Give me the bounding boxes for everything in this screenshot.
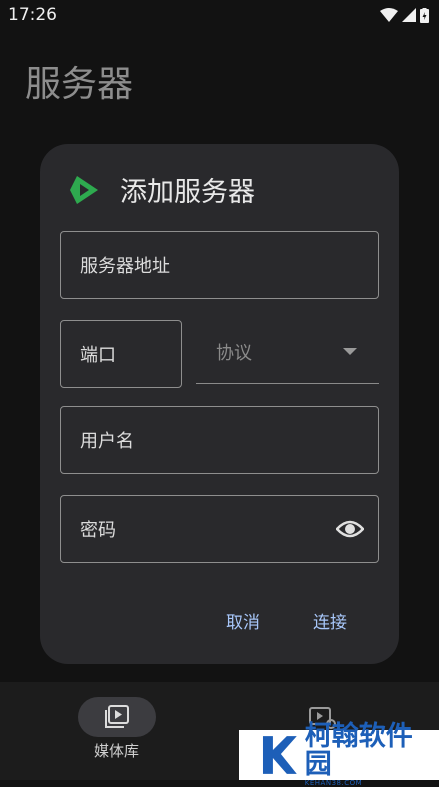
status-time: 17:26 bbox=[8, 5, 57, 25]
visibility-toggle-icon[interactable] bbox=[336, 517, 364, 541]
status-bar: 17:26 bbox=[0, 0, 439, 30]
port-field[interactable]: 端口 bbox=[60, 320, 182, 388]
username-label: 用户名 bbox=[80, 431, 134, 452]
watermark-logo-icon bbox=[262, 736, 297, 774]
protocol-label: 协议 bbox=[216, 342, 252, 364]
password-label: 密码 bbox=[80, 520, 116, 541]
video-library-icon bbox=[105, 705, 129, 728]
watermark-subtext: KEHAN38.COM bbox=[304, 779, 363, 787]
connect-button[interactable]: 连接 bbox=[313, 608, 347, 633]
signal-icon bbox=[402, 8, 416, 22]
username-field[interactable]: 用户名 bbox=[60, 406, 379, 474]
server-address-field[interactable]: 服务器地址 bbox=[60, 231, 379, 299]
page-title: 服务器 bbox=[25, 64, 134, 105]
protocol-dropdown[interactable]: 协议 bbox=[196, 320, 379, 384]
nav-item-media-library[interactable] bbox=[78, 697, 156, 737]
server-address-label: 服务器地址 bbox=[80, 256, 170, 277]
watermark: 柯翰软件园 KEHAN38.COM bbox=[239, 723, 439, 787]
watermark-text: 柯翰软件园 bbox=[304, 721, 413, 780]
dialog-title: 添加服务器 bbox=[120, 177, 255, 208]
app-logo-icon bbox=[70, 175, 98, 204]
dialog-header: 添加服务器 bbox=[68, 170, 255, 209]
battery-charging-icon bbox=[420, 7, 429, 23]
status-icons bbox=[380, 7, 429, 23]
nav-label-media-library: 媒体库 bbox=[94, 742, 140, 760]
add-server-dialog: 添加服务器 服务器地址 端口 协议 用户名 密码 取消 连接 bbox=[40, 144, 399, 664]
dropdown-arrow-icon bbox=[343, 348, 357, 355]
password-field[interactable]: 密码 bbox=[60, 495, 379, 563]
wifi-icon bbox=[380, 8, 398, 22]
port-label: 端口 bbox=[80, 345, 116, 366]
cancel-button[interactable]: 取消 bbox=[226, 608, 260, 633]
